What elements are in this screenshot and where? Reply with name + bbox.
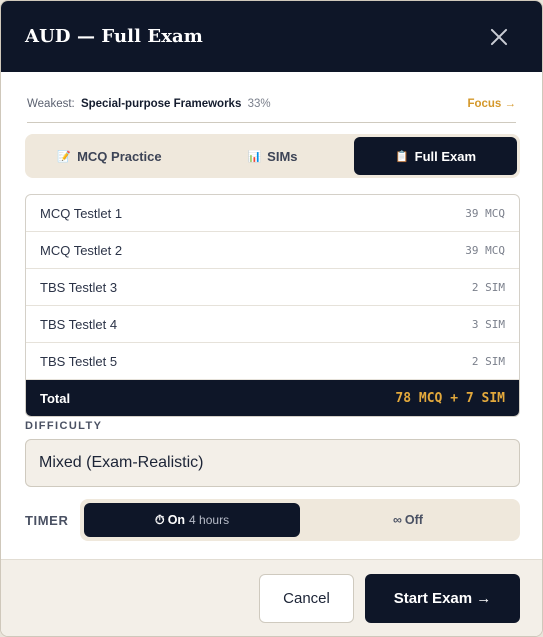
list-item: TBS Testlet 4 3 SIM <box>26 306 519 343</box>
modal-footer: Cancel Start Exam → <box>1 559 542 636</box>
timer-off-label: Off <box>404 513 423 527</box>
total-value: 78 MCQ + 7 SIM <box>395 390 505 406</box>
timer-duration: 4 hours <box>189 513 230 527</box>
infinity-icon: ∞ <box>393 513 402 527</box>
full-exam-modal: AUD — Full Exam Weakest: Special-purpose… <box>0 0 543 637</box>
modal-title: AUD — Full Exam <box>25 26 203 47</box>
total-row: Total 78 MCQ + 7 SIM <box>26 380 519 416</box>
testlet-name: TBS Testlet 4 <box>40 316 118 332</box>
timer-on-label: On <box>167 513 186 527</box>
mode-tabs: 📝 MCQ Practice 📊 SIMs 📋 Full Exam <box>25 134 520 178</box>
start-exam-button[interactable]: Start Exam → <box>365 574 520 623</box>
testlet-name: TBS Testlet 5 <box>40 353 118 369</box>
tab-label: Full Exam <box>414 148 477 164</box>
timer-label: TIMER <box>25 513 69 528</box>
testlet-count: 39 MCQ <box>465 243 505 257</box>
modal-header: AUD — Full Exam <box>1 1 542 72</box>
clipboard-icon: 📋 <box>394 150 409 163</box>
divider <box>27 122 516 123</box>
weakness-topic: Special-purpose Frameworks <box>80 98 242 110</box>
cancel-button[interactable]: Cancel <box>259 574 354 623</box>
tab-label: SIMs <box>267 148 298 164</box>
testlet-count: 3 SIM <box>471 317 505 331</box>
testlet-name: TBS Testlet 3 <box>40 279 118 295</box>
difficulty-label: DIFFICULTY <box>25 420 103 432</box>
close-icon[interactable] <box>486 24 512 50</box>
testlet-count: 39 MCQ <box>465 206 505 220</box>
weakness-label: Weakest: <box>27 98 75 110</box>
timer-toggle: ⏱ On 4 hours ∞ Off <box>80 499 520 541</box>
testlet-count: 2 SIM <box>471 280 505 294</box>
testlet-list: MCQ Testlet 1 39 MCQ MCQ Testlet 2 39 MC… <box>25 194 520 417</box>
total-label: Total <box>40 390 71 406</box>
timer-off-option[interactable]: ∞ Off <box>300 503 516 537</box>
tab-sims[interactable]: 📊 SIMs <box>191 137 354 175</box>
bar-chart-icon: 📊 <box>247 150 262 163</box>
tab-full-exam[interactable]: 📋 Full Exam <box>354 137 517 175</box>
list-item: TBS Testlet 5 2 SIM <box>26 343 519 380</box>
pencil-memo-icon: 📝 <box>57 150 72 163</box>
testlet-count: 2 SIM <box>471 354 505 368</box>
tab-label: MCQ Practice <box>77 148 162 164</box>
list-item: MCQ Testlet 1 39 MCQ <box>26 195 519 232</box>
testlet-name: MCQ Testlet 2 <box>40 242 123 258</box>
timer-on-option[interactable]: ⏱ On 4 hours <box>84 503 300 537</box>
weakness-row: Weakest: Special-purpose Frameworks 33% … <box>27 94 516 114</box>
focus-link[interactable]: Focus → <box>467 98 516 110</box>
tab-mcq-practice[interactable]: 📝 MCQ Practice <box>28 137 191 175</box>
weakness-info: Weakest: Special-purpose Frameworks 33% <box>27 98 271 110</box>
difficulty-value: Mixed (Exam-Realistic) <box>39 454 204 471</box>
list-item: MCQ Testlet 2 39 MCQ <box>26 232 519 269</box>
stopwatch-icon: ⏱ <box>154 512 165 527</box>
list-item: TBS Testlet 3 2 SIM <box>26 269 519 306</box>
weakness-percent: 33% <box>247 98 271 110</box>
testlet-name: MCQ Testlet 1 <box>40 205 123 221</box>
difficulty-select[interactable]: Mixed (Exam-Realistic) <box>25 439 520 487</box>
